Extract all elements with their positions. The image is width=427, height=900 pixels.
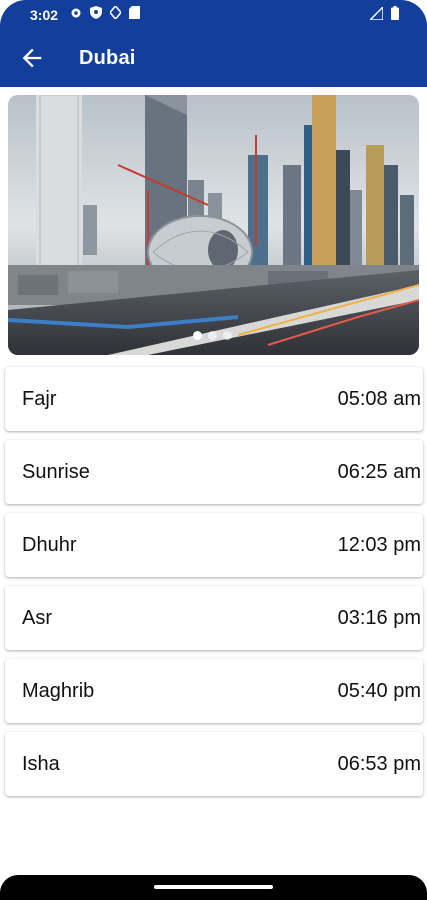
prayer-row-sunrise[interactable]: Sunrise 06:25 am xyxy=(5,440,423,504)
prayer-time: 12:03 pm xyxy=(337,534,421,556)
sim-card-icon xyxy=(129,6,140,19)
battery-icon xyxy=(391,6,399,20)
status-icons-left xyxy=(70,6,140,19)
arrow-back-icon xyxy=(22,48,42,68)
city-skyline-image xyxy=(8,95,419,355)
gear-icon xyxy=(71,8,81,17)
prayer-row-asr[interactable]: Asr 03:16 pm xyxy=(5,586,423,650)
prayer-row-dhuhr[interactable]: Dhuhr 12:03 pm xyxy=(5,513,423,577)
signal-icon xyxy=(370,6,383,20)
status-time: 3:02 xyxy=(30,7,59,23)
carousel-dot-1[interactable] xyxy=(193,331,202,340)
city-image-carousel[interactable] xyxy=(8,95,419,355)
prayer-time: 03:16 pm xyxy=(337,607,421,629)
back-button[interactable] xyxy=(18,44,46,72)
prayer-time: 05:40 pm xyxy=(337,680,421,702)
prayer-time: 06:25 am xyxy=(337,461,421,483)
prayer-row-maghrib[interactable]: Maghrib 05:40 pm xyxy=(5,659,423,723)
home-gesture-handle[interactable] xyxy=(154,885,273,889)
prayer-name: Isha xyxy=(22,753,60,775)
prayer-name: Maghrib xyxy=(22,680,95,702)
prayer-row-fajr[interactable]: Fajr 05:08 am xyxy=(5,367,423,431)
prayer-row-isha[interactable]: Isha 06:53 pm xyxy=(5,732,423,796)
prayer-name: Asr xyxy=(22,607,52,629)
prayer-time: 06:53 pm xyxy=(337,753,421,775)
prayer-name: Sunrise xyxy=(22,461,90,483)
diamond-icon xyxy=(110,6,121,19)
system-navigation-bar xyxy=(0,875,427,900)
page-title: Dubai xyxy=(79,47,136,69)
carousel-dot-2[interactable] xyxy=(208,331,217,340)
status-icons-right xyxy=(370,6,399,20)
prayer-time: 05:08 am xyxy=(337,388,421,410)
carousel-indicator xyxy=(193,331,232,340)
prayer-name: Dhuhr xyxy=(22,534,77,556)
shield-icon xyxy=(90,6,102,19)
carousel-dot-3[interactable] xyxy=(223,331,232,340)
prayer-name: Fajr xyxy=(22,388,57,410)
app-bar: 3:02 Dubai xyxy=(0,0,427,87)
prayer-times-list: Fajr 05:08 am Sunrise 06:25 am Dhuhr 12:… xyxy=(5,367,423,805)
status-bar: 3:02 xyxy=(0,0,427,30)
